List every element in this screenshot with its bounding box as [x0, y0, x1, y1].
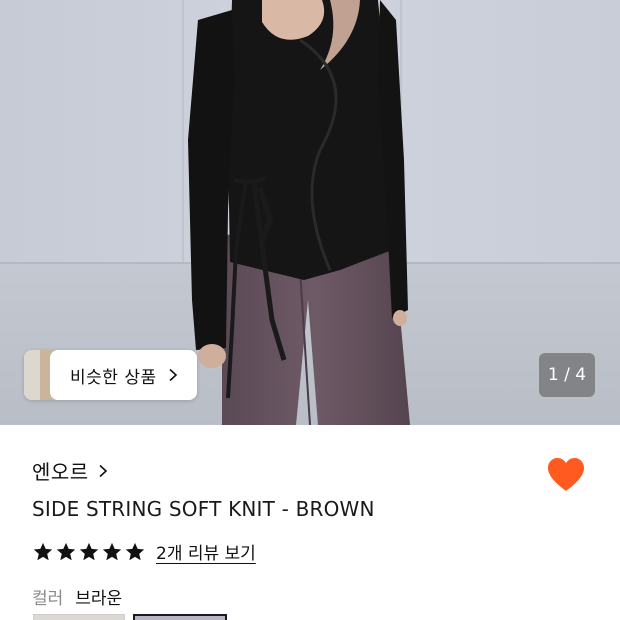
similar-thumbnail — [24, 350, 41, 400]
product-image-carousel[interactable]: 비슷한 상품 1 / 4 — [0, 0, 620, 425]
star-filled-icon — [33, 542, 53, 560]
brand-name: 엔오르 — [32, 460, 89, 484]
reviews-link[interactable]: 2개 리뷰 보기 — [156, 539, 256, 564]
similar-products-body: 비슷한 상품 — [50, 350, 197, 400]
chevron-right-icon — [99, 464, 107, 477]
heart-filled-icon[interactable] — [546, 456, 586, 494]
color-option-label: 컬러 — [32, 589, 64, 609]
color-swatch-selected[interactable] — [133, 614, 227, 620]
similar-products-label: 비슷한 상품 — [70, 367, 157, 388]
brand-link[interactable]: 엔오르 — [32, 456, 109, 485]
chevron-right-icon — [169, 368, 177, 382]
star-filled-icon — [79, 542, 99, 560]
color-option-row: 컬러 브라운 — [32, 584, 122, 609]
product-title: SIDE STRING SOFT KNIT - BROWN — [32, 497, 375, 521]
star-filled-icon — [56, 542, 76, 560]
star-filled-icon — [102, 542, 122, 560]
star-filled-icon — [125, 542, 145, 560]
rating-stars — [32, 541, 146, 563]
color-swatch[interactable] — [33, 614, 125, 620]
product-detail-page: 비슷한 상품 1 / 4 엔오르 SIDE STRING SOFT KNIT -… — [0, 0, 620, 620]
color-option-value: 브라운 — [75, 589, 123, 609]
similar-products-button[interactable]: 비슷한 상품 — [24, 350, 197, 400]
rating-row: 2개 리뷰 보기 — [32, 539, 256, 564]
image-counter-text: 1 / 4 — [547, 365, 587, 385]
image-counter: 1 / 4 — [539, 353, 595, 397]
